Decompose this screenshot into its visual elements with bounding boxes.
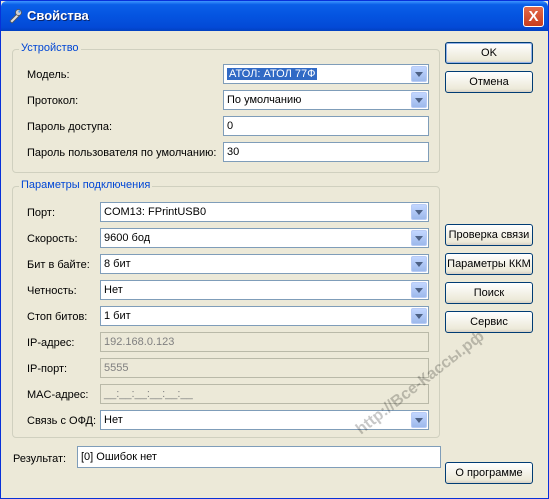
chevron-down-icon[interactable] — [411, 282, 427, 298]
title-bar[interactable]: Свойства X — [1, 1, 548, 31]
ofd-value: Нет — [104, 414, 123, 426]
model-value: АТОЛ: АТОЛ 77Ф — [227, 68, 318, 80]
speed-value: 9600 бод — [104, 232, 151, 244]
device-group-legend: Устройство — [19, 42, 81, 54]
model-label: Модель: — [27, 69, 70, 81]
ipport-label: IP-порт: — [27, 363, 68, 375]
protocol-label: Протокол: — [27, 95, 79, 107]
access-password-input[interactable]: 0 — [223, 116, 429, 136]
mac-input[interactable]: __:__:__:__:__:__ — [100, 384, 429, 404]
model-select[interactable]: АТОЛ: АТОЛ 77Ф — [223, 64, 429, 84]
ip-label: IP-адрес: — [27, 337, 75, 349]
chevron-down-icon[interactable] — [411, 412, 427, 428]
kkm-params-button[interactable]: Параметры ККМ — [445, 253, 533, 275]
parity-select[interactable]: Нет — [100, 280, 429, 300]
user-password-input[interactable]: 30 — [223, 142, 429, 162]
chevron-down-icon[interactable] — [411, 66, 427, 82]
search-button[interactable]: Поиск — [445, 282, 533, 304]
properties-window: Свойства X Устройство Модель: АТОЛ: АТОЛ… — [0, 0, 549, 499]
connection-group-legend: Параметры подключения — [19, 179, 153, 191]
about-button[interactable]: О программе — [445, 462, 533, 484]
dialog-body: Устройство Модель: АТОЛ: АТОЛ 77Ф Проток… — [4, 31, 545, 495]
ok-button[interactable]: OK — [445, 42, 533, 64]
result-field: [0] Ошибок нет — [77, 446, 441, 468]
speed-select[interactable]: 9600 бод — [100, 228, 429, 248]
close-button[interactable]: X — [523, 6, 544, 27]
chevron-down-icon[interactable] — [411, 308, 427, 324]
bits-value: 8 бит — [104, 258, 131, 270]
parity-label: Четность: — [27, 285, 77, 297]
stopbits-select[interactable]: 1 бит — [100, 306, 429, 326]
parity-value: Нет — [104, 284, 123, 296]
wrench-icon — [9, 9, 22, 24]
result-label: Результат: — [13, 453, 67, 465]
bits-select[interactable]: 8 бит — [100, 254, 429, 274]
speed-label: Скорость: — [27, 233, 78, 245]
chevron-down-icon[interactable] — [411, 92, 427, 108]
port-select[interactable]: COM13: FPrintUSB0 — [100, 202, 429, 222]
chevron-down-icon[interactable] — [411, 204, 427, 220]
stopbits-value: 1 бит — [104, 310, 131, 322]
stopbits-label: Стоп битов: — [27, 311, 88, 323]
connection-group: Параметры подключения Порт: COM13: FPrin… — [12, 179, 440, 438]
window-title: Свойства — [27, 8, 89, 23]
port-label: Порт: — [27, 207, 55, 219]
cancel-button[interactable]: Отмена — [445, 71, 533, 93]
access-password-label: Пароль доступа: — [27, 121, 113, 133]
ipport-input[interactable]: 5555 — [100, 358, 429, 378]
user-password-label: Пароль пользователя по умолчанию: — [27, 147, 217, 159]
port-value: COM13: FPrintUSB0 — [104, 206, 207, 218]
bits-label: Бит в байте: — [27, 259, 90, 271]
check-connection-button[interactable]: Проверка связи — [445, 224, 533, 246]
ofd-label: Связь с ОФД: — [27, 415, 97, 427]
mac-label: MAC-адрес: — [27, 389, 89, 401]
chevron-down-icon[interactable] — [411, 230, 427, 246]
service-button[interactable]: Сервис — [445, 311, 533, 333]
chevron-down-icon[interactable] — [411, 256, 427, 272]
protocol-select[interactable]: По умолчанию — [223, 90, 429, 110]
ip-input[interactable]: 192.168.0.123 — [100, 332, 429, 352]
protocol-value: По умолчанию — [227, 94, 302, 106]
device-group: Устройство Модель: АТОЛ: АТОЛ 77Ф Проток… — [12, 42, 440, 173]
